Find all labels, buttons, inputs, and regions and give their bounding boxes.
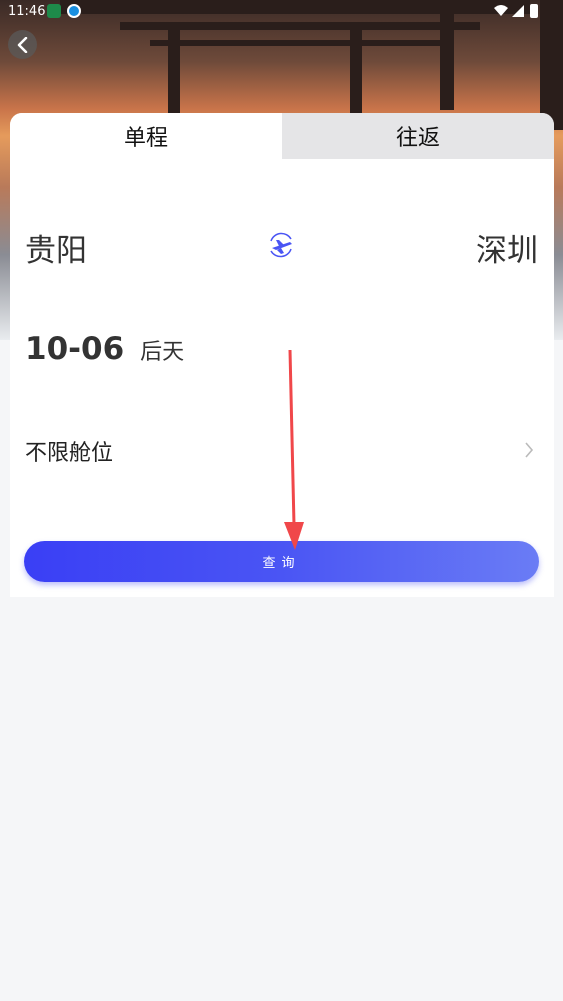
app-notification-icon [47,4,61,18]
signal-icon [512,5,524,17]
cabin-class-selector[interactable]: 不限舱位 [10,431,554,471]
back-button[interactable] [8,30,37,59]
wifi-icon [494,5,508,16]
status-bar: 11:46 [0,0,563,24]
chevron-right-icon [525,442,534,458]
battery-icon [530,4,538,18]
flight-search-card: 往返 单程 贵阳 深圳 10-06 后天 不限舱位 查询 [10,113,554,597]
tab-one-way[interactable]: 单程 [10,113,282,159]
tab-label: 单程 [123,126,168,151]
swap-cities-button[interactable] [265,229,297,261]
plane-swap-icon [270,232,292,258]
back-arrow-icon [17,36,27,53]
cabin-class-label: 不限舱位 [25,441,114,466]
search-button[interactable]: 查询 [24,541,539,582]
date-relative-label: 后天 [140,340,185,365]
date-selector[interactable]: 10-06 后天 [25,331,184,367]
departure-city[interactable]: 贵阳 [25,225,87,270]
app-notification-icon [67,4,81,18]
tab-round-trip[interactable]: 往返 [282,113,554,159]
search-button-label: 查询 [262,556,301,571]
tab-label: 往返 [395,126,440,151]
arrival-city[interactable]: 深圳 [476,225,538,270]
departure-date: 10-06 [25,331,125,367]
status-time: 11:46 [8,4,46,19]
